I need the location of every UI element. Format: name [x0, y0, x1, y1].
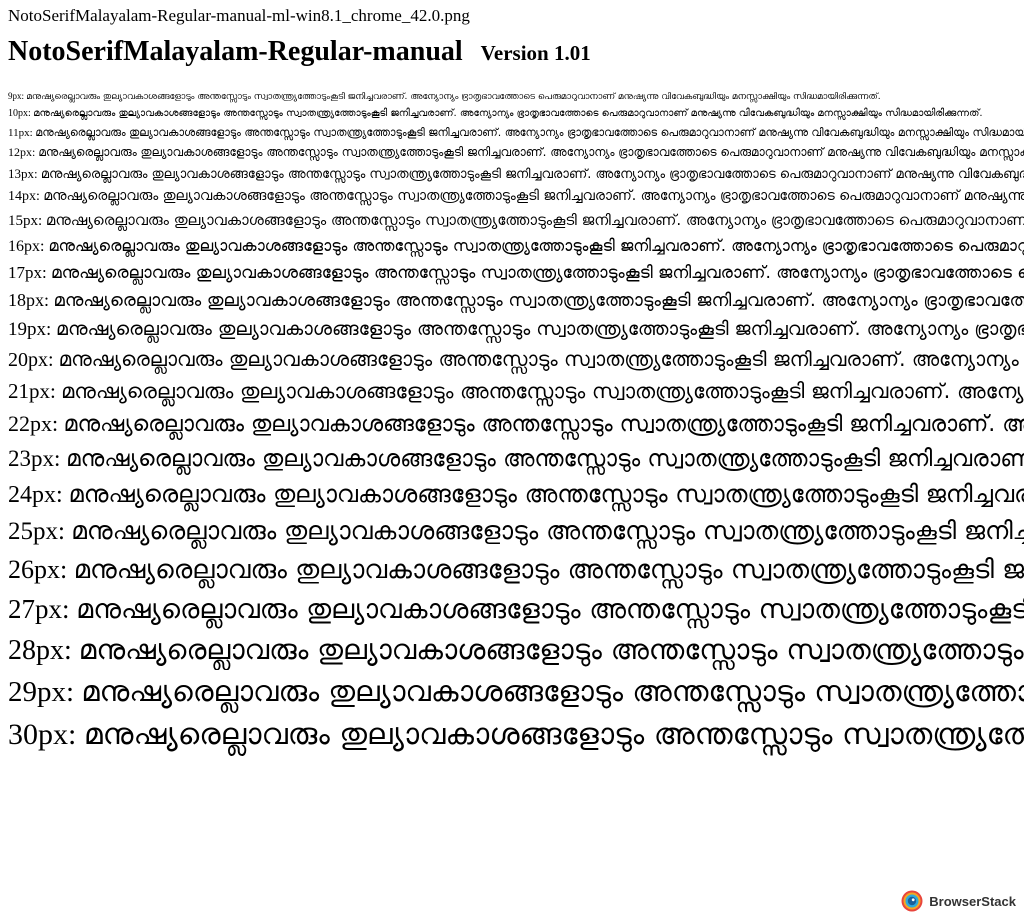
sample-row: 30px: മനുഷ്യരെല്ലാവരും തുല്യാവകാശങ്ങളോടു…: [8, 713, 1024, 757]
size-label: 9px:: [8, 91, 25, 101]
sample-row: 25px: മനുഷ്യരെല്ലാവരും തുല്യാവകാശങ്ങളോടു…: [8, 512, 1024, 550]
size-label: 19px:: [8, 319, 52, 340]
size-label: 15px:: [8, 213, 43, 229]
sample-text: മനുഷ്യരെല്ലാവരും തുല്യാവകാശങ്ങളോടും അന്ത…: [35, 126, 1024, 139]
sample-row: 13px: മനുഷ്യരെല്ലാവരും തുല്യാവകാശങ്ങളോടു…: [8, 163, 1024, 185]
sample-text: മനുഷ്യരെല്ലാവരും തുല്യാവകാശങ്ങളോടും അന്ത…: [71, 516, 1024, 545]
browserstack-label: BrowserStack: [929, 893, 1016, 909]
size-label: 27px:: [8, 594, 70, 624]
sample-row: 28px: മനുഷ്യരെല്ലാവരും തുല്യാവകാശങ്ങളോടു…: [8, 629, 1024, 670]
sample-row: 20px: മനുഷ്യരെല്ലാവരും തുല്യാവകാശങ്ങളോടു…: [8, 344, 1024, 375]
font-name-title: NotoSerifMalayalam-Regular-manual: [8, 36, 463, 67]
sample-row: 22px: മനുഷ്യരെല്ലാവരും തുല്യാവകാശങ്ങളോടു…: [8, 407, 1024, 441]
sample-text: മനുഷ്യരെല്ലാവരും തുല്യാവകാശങ്ങളോടും അന്ത…: [63, 412, 1024, 437]
sample-row: 11px: മനുഷ്യരെല്ലാവരും തുല്യാവകാശങ്ങളോടു…: [8, 123, 1024, 142]
sample-list: 9px: മനുഷ്യരെല്ലാവരും തുല്യാവകാശങ്ങളോടും…: [8, 88, 1024, 757]
sample-row: 29px: മനുഷ്യരെല്ലാവരും തുല്യാവകാശങ്ങളോടു…: [8, 670, 1024, 713]
sample-row: 12px: മനുഷ്യരെല്ലാവരും തുല്യാവകാശങ്ങളോടു…: [8, 142, 1024, 163]
sample-row: 18px: മനുഷ്യരെല്ലാവരും തുല്യാവകാശങ്ങളോടു…: [8, 286, 1024, 314]
font-version: Version 1.01: [480, 41, 591, 65]
sample-row: 15px: മനുഷ്യരെല്ലാവരും തുല്യാവകാശങ്ങളോടു…: [8, 208, 1024, 233]
size-label: 21px:: [8, 379, 56, 403]
image-filename: NotoSerifMalayalam-Regular-manual-ml-win…: [8, 6, 470, 25]
sample-text: മനുഷ്യരെല്ലാവരും തുല്യാവകാശങ്ങളോടും അന്ത…: [68, 480, 1024, 508]
sample-row: 23px: മനുഷ്യരെല്ലാവരും തുല്യാവകാശങ്ങളോടു…: [8, 441, 1024, 476]
size-label: 13px:: [8, 166, 38, 181]
sample-text: മനുഷ്യരെല്ലാവരും തുല്യാവകാശങ്ങളോടും അന്ത…: [76, 594, 1024, 625]
sample-row: 27px: മനുഷ്യരെല്ലാവരും തുല്യാവകാശങ്ങളോടു…: [8, 589, 1024, 629]
sample-text: മനുഷ്യരെല്ലാവരും തുല്യാവകാശങ്ങളോടും അന്ത…: [48, 236, 1024, 255]
sample-text: മനുഷ്യരെല്ലാവരും തുല്യാവകാശങ്ങളോടും അന്ത…: [66, 446, 1024, 472]
browserstack-logo-icon: [901, 890, 923, 912]
size-label: 26px:: [8, 555, 68, 584]
sample-text: മനുഷ്യരെല്ലാവരും തുല്യാവകാശങ്ങളോടും അന്ത…: [81, 674, 1024, 708]
sample-text: മനുഷ്യരെല്ലാവരും തുല്യാവകാശങ്ങളോടും അന്ത…: [58, 347, 1024, 371]
browserstack-watermark: BrowserStack: [901, 890, 1016, 912]
sample-row: 16px: മനുഷ്യരെല്ലാവരും തുല്യാവകാശങ്ങളോടു…: [8, 233, 1024, 259]
sample-text: മനുഷ്യരെല്ലാവരും തുല്യാവകാശങ്ങളോടും അന്ത…: [38, 145, 1024, 159]
sample-text: മനുഷ്യരെല്ലാവരും തുല്യാവകാശങ്ങളോടും അന്ത…: [73, 555, 1024, 585]
sample-text: മനുഷ്യരെല്ലാവരും തുല്യാവകാശങ്ങളോടും അന്ത…: [50, 263, 1024, 283]
sample-text: മനുഷ്യരെല്ലാവരും തുല്യാവകാശങ്ങളോടും അന്ത…: [45, 211, 1024, 229]
size-label: 10px:: [8, 108, 31, 119]
size-label: 22px:: [8, 411, 59, 436]
sample-row: 24px: മനുഷ്യരെല്ലാവരും തുല്യാവകാശങ്ങളോടു…: [8, 476, 1024, 512]
sample-row: 10px: മനുഷ്യരെല്ലാവരും തുല്യാവകാശങ്ങളോടു…: [8, 105, 1024, 123]
sample-text: മനുഷ്യരെല്ലാവരും തുല്യാവകാശങ്ങളോടും അന്ത…: [53, 290, 1024, 311]
size-label: 11px:: [8, 127, 33, 139]
size-label: 29px:: [8, 676, 75, 708]
sample-text: മനുഷ്യരെല്ലാവരും തുല്യാവകാശങ്ങളോടും അന്ത…: [40, 167, 1024, 182]
sample-row: 21px: മനുഷ്യരെല്ലാവരും തുല്യാവകാശങ്ങളോടു…: [8, 375, 1024, 407]
sample-row: 17px: മനുഷ്യരെല്ലാവരും തുല്യാവകാശങ്ങളോടു…: [8, 259, 1024, 286]
size-label: 30px:: [8, 718, 77, 751]
size-label: 16px:: [8, 238, 45, 255]
size-label: 20px:: [8, 349, 54, 371]
sample-text: മനുഷ്യരെല്ലാവരും തുല്യാവകാശങ്ങളോടും അന്ത…: [83, 717, 1024, 752]
size-label: 17px:: [8, 263, 47, 282]
sample-text: മനുഷ്യരെല്ലാവരും തുല്യാവകാശങ്ങളോടും അന്ത…: [26, 92, 881, 102]
sample-text: മനുഷ്യരെല്ലാവരും തുല്യാവകാശങ്ങളോടും അന്ത…: [78, 633, 1024, 666]
sample-row: 26px: മനുഷ്യരെല്ലാവരും തുല്യാവകാശങ്ങളോടു…: [8, 550, 1024, 589]
sample-row: 19px: മനുഷ്യരെല്ലാവരും തുല്യാവകാശങ്ങളോടു…: [8, 314, 1024, 344]
sample-text: മനുഷ്യരെല്ലാവരും തുല്യാവകാശങ്ങളോടും അന്ത…: [43, 188, 1024, 204]
size-label: 25px:: [8, 518, 65, 545]
size-label: 28px:: [8, 635, 72, 666]
page-heading: NotoSerifMalayalam-Regular-manual Versio…: [8, 34, 591, 70]
size-label: 12px:: [8, 145, 36, 159]
size-label: 23px:: [8, 446, 61, 471]
sample-text: മനുഷ്യരെല്ലാവരും തുല്യാവകാശങ്ങളോടും അന്ത…: [61, 379, 1024, 403]
size-label: 24px:: [8, 482, 63, 508]
sample-text: മനുഷ്യരെല്ലാവരും തുല്യാവകാശങ്ങളോടും അന്ത…: [56, 318, 1024, 340]
sample-row: 9px: മനുഷ്യരെല്ലാവരും തുല്യാവകാശങ്ങളോടും…: [8, 88, 1024, 105]
size-label: 14px:: [8, 189, 40, 204]
size-label: 18px:: [8, 290, 50, 310]
sample-row: 14px: മനുഷ്യരെല്ലാവരും തുല്യാവകാശങ്ങളോടു…: [8, 185, 1024, 208]
sample-text: മനുഷ്യരെല്ലാവരും തുല്യാവകാശങ്ങളോടും അന്ത…: [33, 108, 983, 119]
